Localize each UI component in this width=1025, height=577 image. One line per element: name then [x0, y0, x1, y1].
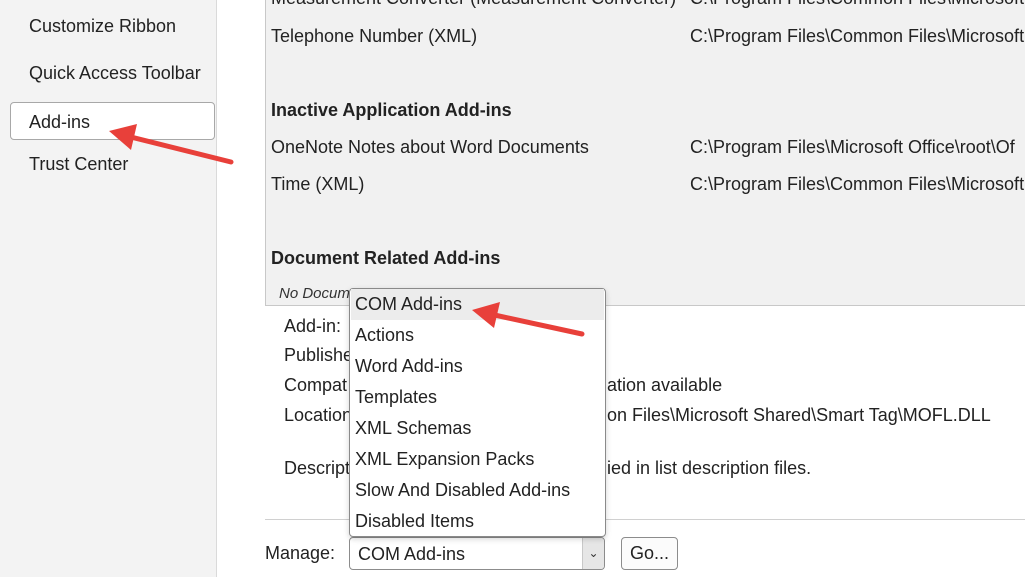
go-button[interactable]: Go... — [621, 537, 678, 570]
dropdown-option-com-add-ins[interactable]: COM Add-ins — [351, 289, 604, 320]
manage-select[interactable]: COM Add-ins ⌄ — [349, 537, 605, 570]
dropdown-option-word-add-ins[interactable]: Word Add-ins — [351, 351, 604, 382]
list-item[interactable]: Measurement Converter (Measurement Conve… — [271, 0, 1024, 9]
addin-detail-label: Add-in: — [284, 316, 342, 336]
addin-location: C:\Program Files\Common Files\Microsoft — [690, 174, 1025, 194]
manage-dropdown-list[interactable]: COM Add-ins Actions Word Add-ins Templat… — [349, 288, 606, 537]
sidebar-item-customize-ribbon[interactable]: Customize Ribbon — [10, 6, 215, 44]
dropdown-option-xml-expansion-packs[interactable]: XML Expansion Packs — [351, 444, 604, 475]
publisher-detail-label: Publishe — [284, 345, 354, 365]
list-item[interactable]: OneNote Notes about Word Documents C:\Pr… — [271, 137, 1015, 158]
addin-name: Measurement Converter (Measurement Conve… — [271, 0, 676, 8]
sidebar-item-add-ins[interactable]: Add-ins — [10, 102, 215, 140]
compatibility-detail-value: ation available — [607, 375, 723, 395]
addin-location: C:\Program Files\Common Files\Microsoft — [690, 26, 1025, 46]
sidebar-item-quick-access-toolbar[interactable]: Quick Access Toolbar — [10, 53, 215, 91]
chevron-down-icon[interactable]: ⌄ — [582, 538, 604, 569]
description-detail-label: Descript — [284, 458, 351, 478]
addin-name: OneNote Notes about Word Documents — [271, 137, 589, 157]
dropdown-option-slow-and-disabled-add-ins[interactable]: Slow And Disabled Add-ins — [351, 475, 604, 506]
location-detail-label: Location — [284, 405, 353, 425]
manage-label: Manage: — [265, 543, 336, 563]
document-addins-heading: Document Related Add-ins — [271, 248, 501, 268]
dropdown-option-templates[interactable]: Templates — [351, 382, 604, 413]
dropdown-option-disabled-items[interactable]: Disabled Items — [351, 506, 604, 537]
options-sidebar: Customize Ribbon Quick Access Toolbar Ad… — [0, 0, 217, 577]
dropdown-option-xml-schemas[interactable]: XML Schemas — [351, 413, 604, 444]
addin-name: Time (XML) — [271, 174, 365, 194]
sidebar-item-trust-center[interactable]: Trust Center — [10, 144, 215, 182]
addin-location: C:\Program Files\Microsoft Office\root\O… — [690, 137, 1015, 157]
dropdown-option-actions[interactable]: Actions — [351, 320, 604, 351]
addin-location: C:\Program Files\Common Files\Microsoft — [690, 0, 1024, 9]
compatibility-detail-label: Compat — [284, 375, 348, 395]
no-document-text: No Docum — [279, 285, 350, 302]
location-detail-value: on Files\Microsoft Shared\Smart Tag\MOFL… — [607, 405, 991, 425]
inactive-addins-heading: Inactive Application Add-ins — [271, 100, 512, 120]
description-detail-value: ied in list description files. — [607, 458, 812, 478]
list-item[interactable]: Time (XML) C:\Program Files\Common Files… — [271, 174, 1024, 195]
manage-select-value: COM Add-ins — [358, 544, 466, 564]
add-ins-list[interactable]: Measurement Converter (Measurement Conve… — [265, 0, 1025, 306]
addin-name: Telephone Number (XML) — [271, 26, 478, 46]
list-item[interactable]: Telephone Number (XML) C:\Program Files\… — [271, 26, 1024, 47]
